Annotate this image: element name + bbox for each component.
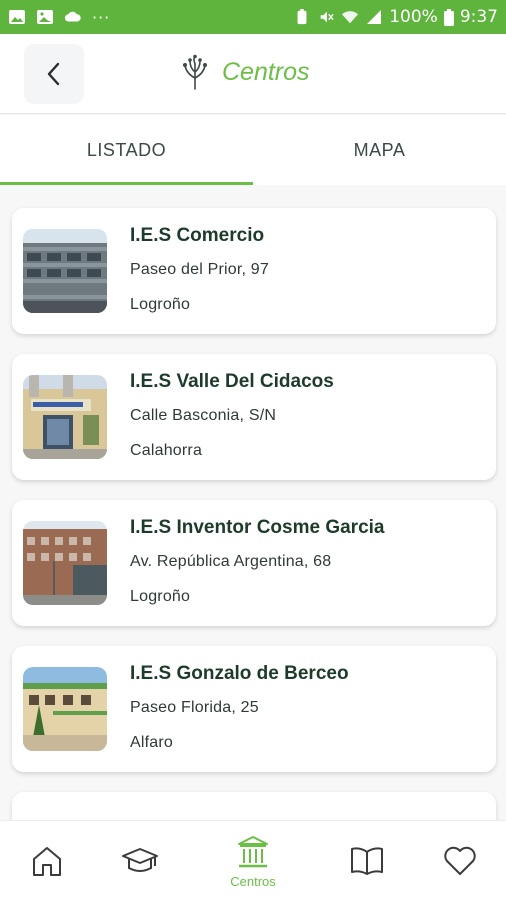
nav-label-centros: Centros: [230, 873, 276, 889]
image-icon: [37, 10, 53, 24]
page-title: Centros: [222, 57, 310, 86]
graduation-cap-icon: [122, 848, 158, 872]
center-name: I.E.S Comercio: [130, 225, 265, 246]
nav-favorites[interactable]: [420, 821, 500, 900]
gallery-icon: [9, 10, 25, 24]
clock: 9:37: [459, 7, 498, 27]
center-photo: [23, 375, 107, 459]
battery-saver-icon: [297, 9, 307, 25]
app-header: Centros: [0, 34, 506, 114]
home-icon: [33, 847, 61, 876]
heart-icon: [444, 846, 476, 875]
back-button[interactable]: [24, 44, 84, 104]
center-name: I.E.S Inventor Cosme Garcia: [130, 517, 385, 538]
bank-building-icon: [238, 835, 268, 867]
signal-icon: [367, 10, 382, 24]
battery-percent: 100%: [389, 7, 438, 27]
tab-bar: LISTADO MAPA: [0, 115, 506, 185]
cloud-icon: [64, 11, 81, 22]
center-card[interactable]: I.E.S Inventor Cosme Garcia Av. Repúblic…: [12, 500, 496, 626]
nav-library[interactable]: [327, 821, 407, 900]
center-address: Paseo del Prior, 97: [130, 261, 269, 278]
nav-centros[interactable]: Centros: [213, 821, 293, 900]
center-city: Logroño: [130, 296, 191, 313]
center-photo: [23, 667, 107, 751]
center-card[interactable]: I.E.S Comercio Paseo del Prior, 97 Logro…: [12, 208, 496, 334]
status-bar: ··· 100% 9:37: [0, 0, 506, 34]
tab-mapa[interactable]: MAPA: [253, 115, 506, 185]
center-address: Calle Basconia, S/N: [130, 407, 277, 424]
center-city: Calahorra: [130, 442, 203, 459]
tab-listado[interactable]: LISTADO: [0, 115, 253, 185]
center-photo: [23, 229, 107, 313]
book-icon: [351, 847, 383, 875]
wifi-icon: [342, 11, 359, 24]
sprout-icon: [183, 54, 207, 90]
center-name: I.E.S Gonzalo de Berceo: [130, 663, 349, 684]
more-notifications: ···: [92, 7, 111, 27]
center-photo: [23, 521, 107, 605]
nav-home[interactable]: [7, 821, 87, 900]
nav-courses[interactable]: [100, 821, 180, 900]
center-city: Alfaro: [130, 734, 173, 751]
center-city: Logroño: [130, 588, 191, 605]
chevron-left-icon: [47, 62, 60, 86]
center-address: Paseo Florida, 25: [130, 699, 259, 716]
center-card[interactable]: I.E.S Valle Del Cidacos Calle Basconia, …: [12, 354, 496, 480]
bottom-nav: Centros: [0, 820, 506, 900]
battery-icon: [443, 8, 454, 26]
center-name: I.E.S Valle Del Cidacos: [130, 371, 334, 392]
center-address: Av. República Argentina, 68: [130, 553, 332, 570]
center-card[interactable]: I.E.S Gonzalo de Berceo Paseo Florida, 2…: [12, 646, 496, 772]
mute-icon: [320, 11, 334, 23]
